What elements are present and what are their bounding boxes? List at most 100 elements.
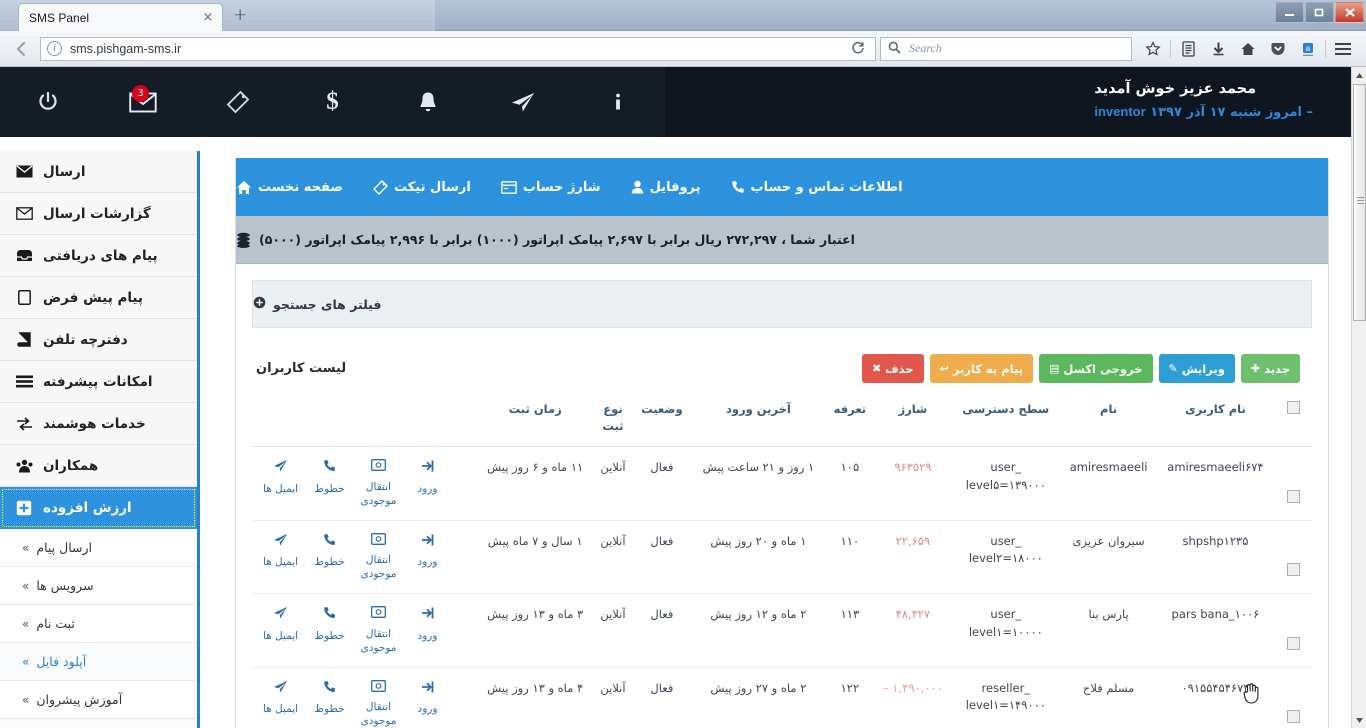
column-reg-time[interactable]: زمان ثبت — [476, 389, 594, 448]
star-icon[interactable] — [1138, 35, 1168, 63]
action-money[interactable]: انتقال موجودی — [355, 459, 402, 508]
delete-button[interactable]: ✖ حذف — [862, 354, 924, 383]
bell-icon[interactable] — [380, 67, 475, 137]
action-money[interactable]: انتقال موجودی — [355, 532, 402, 582]
tag-icon[interactable] — [190, 67, 285, 137]
search-filters-toggle[interactable]: فیلتر های جستجو — [252, 280, 1312, 328]
info-icon[interactable] — [570, 67, 665, 137]
sidebar-label: ارزش افزوده — [43, 500, 132, 516]
column-last-login[interactable]: آخرین ورود — [691, 389, 826, 448]
excel-export-button[interactable]: ▤ خروجی اکسل — [1038, 354, 1153, 383]
action-money[interactable]: انتقال موجودی — [355, 606, 402, 655]
sidebar-item-colleagues[interactable]: همکاران — [0, 445, 197, 487]
action-sign-in[interactable]: ورود — [404, 606, 451, 655]
row-checkbox[interactable] — [1286, 636, 1300, 650]
column-access-level[interactable]: سطح دسترسی — [951, 389, 1061, 448]
reg-type-value: آنلاین — [600, 533, 626, 548]
action-sign-in[interactable]: ورود — [404, 680, 451, 728]
row-checkbox[interactable] — [1286, 710, 1300, 724]
minimize-button[interactable] — [1275, 2, 1304, 23]
chevron-icon: » — [22, 540, 30, 555]
reload-icon[interactable] — [851, 40, 865, 58]
sidebar-item-value-added[interactable]: ارزش افزوده — [0, 487, 197, 529]
column-username[interactable]: نام کاربری — [1156, 389, 1274, 448]
scroll-down-arrow-icon[interactable] — [1352, 712, 1366, 728]
sidebar-item-default-message[interactable]: پیام پیش فرض — [0, 277, 197, 319]
sidebar-item-send[interactable]: ارسال — [0, 151, 197, 193]
sign-in-icon — [421, 533, 435, 551]
sidebar-sublabel: ثبت نام — [36, 616, 75, 631]
sidebar-item-advanced[interactable]: امکانات پیشرفته — [0, 361, 197, 403]
sidebar-subitem-upload-file[interactable]: » آپلود فایل — [0, 643, 197, 681]
download-icon[interactable] — [1203, 35, 1233, 63]
sidebar-item-send-reports[interactable]: گزارشات ارسال — [0, 193, 197, 235]
nav-item-profile[interactable]: پروفایل — [631, 180, 701, 195]
home-icon[interactable] — [1233, 35, 1263, 63]
nav-item-contact-account[interactable]: اطلاعات تماس و حساب — [731, 180, 903, 195]
close-window-button[interactable] — [1335, 2, 1364, 23]
scrollbar-thumb[interactable] — [1353, 84, 1366, 321]
column-name[interactable]: نام — [1060, 389, 1157, 448]
column-charge[interactable]: شارژ — [874, 389, 952, 448]
scroll-up-arrow-icon[interactable] — [1352, 67, 1366, 83]
message-to-user-button[interactable]: ↩ پیام به کاربر — [929, 354, 1033, 383]
dollar-icon[interactable]: $ — [285, 67, 380, 137]
sidebar-item-phonebook[interactable]: دفترچه تلفن — [0, 319, 197, 361]
action-phone[interactable]: خطوط — [306, 459, 353, 508]
search-bar[interactable]: Search — [880, 36, 1132, 61]
column-status[interactable]: وضعیت — [632, 389, 692, 448]
row-checkbox[interactable] — [1286, 489, 1300, 503]
table-row[interactable]: pars bana_۱۰۰۶ پارس بنا user_ level۱=۱۰۰۰۰ ۴… — [252, 593, 1312, 668]
back-arrow-icon[interactable] — [8, 35, 36, 63]
row-checkbox[interactable] — [1286, 563, 1300, 577]
column-reg-type[interactable]: نوع ثبت — [593, 389, 633, 448]
action-send[interactable]: ایمیل ها — [257, 606, 304, 655]
table-body: amiresmaeeli۶۷۴ amiresmaeeli user_ level۵=۱… — [252, 446, 1312, 728]
sidebar-subitem-training[interactable]: » آموزش پیشروان — [0, 681, 197, 719]
row-actions: ایمیل ها خطوط انتقال موجودی ورود — [257, 532, 472, 582]
power-icon[interactable] — [0, 67, 95, 137]
new-tab-button[interactable]: + — [233, 7, 247, 24]
action-phone[interactable]: خطوط — [306, 680, 353, 728]
send-icon[interactable] — [475, 67, 570, 137]
table-row[interactable]: shpshp۱۲۳۵ سیروان عزیزی user_ level۲=۱۸۰۰۰ ۲… — [252, 520, 1312, 595]
list-icon — [14, 375, 34, 388]
select-all-checkbox[interactable] — [1286, 401, 1300, 414]
table-row[interactable]: amiresmaeeli۶۷۴ amiresmaeeli user_ level۵=۱… — [252, 446, 1312, 521]
action-money[interactable]: انتقال موجودی — [355, 679, 402, 728]
action-send[interactable]: ایمیل ها — [257, 533, 304, 582]
page-scrollbar[interactable] — [1351, 67, 1366, 728]
browser-tab[interactable]: SMS Panel × — [18, 3, 223, 31]
maximize-restore-button[interactable] — [1305, 2, 1334, 23]
hamburger-menu-icon[interactable] — [1328, 35, 1358, 63]
edit-button[interactable]: ✎ ویرایش — [1158, 354, 1235, 383]
action-sign-in[interactable]: ورود — [404, 459, 451, 508]
close-icon[interactable]: × — [200, 11, 216, 24]
search-input[interactable]: Search — [909, 41, 942, 56]
sidebar-item-received-messages[interactable]: پیام های دریافتی — [0, 235, 197, 277]
column-tariff[interactable]: تعرفه — [825, 389, 875, 448]
nav-item-charge-account[interactable]: شارژ حساب — [500, 180, 601, 195]
action-phone[interactable]: خطوط — [306, 533, 353, 582]
url-bar[interactable]: i sms.pishgam-sms.ir — [40, 36, 876, 61]
list-header: ✖ حذف ↩ پیام به کاربر ▤ خروجی اکسل ✎ ویر… — [252, 354, 1312, 383]
nav-item-home[interactable]: صفحه نخست — [236, 180, 343, 195]
sidebar-subitem-send-message[interactable]: » ارسال پیام — [0, 529, 197, 567]
new-button[interactable]: ✚ جدید — [1240, 354, 1300, 383]
cell-access-level: user_ level۵=۱۳۹۰۰۰ — [951, 446, 1061, 521]
account-icon[interactable]: a — [1293, 35, 1323, 63]
tariff-value: ۱۱۰ — [840, 533, 860, 548]
action-send[interactable]: ایمیل ها — [257, 680, 304, 728]
library-icon[interactable] — [1173, 35, 1203, 63]
sidebar-subitem-services[interactable]: » سرویس ها — [0, 567, 197, 605]
nav-item-send-ticket[interactable]: ارسال تیکت — [372, 180, 471, 195]
sidebar-item-smart-services[interactable]: خدمات هوشمند — [0, 403, 197, 445]
envelope-icon[interactable]: 3 — [95, 67, 190, 137]
pocket-icon[interactable] — [1263, 35, 1293, 63]
site-info-icon[interactable]: i — [47, 41, 62, 56]
action-phone[interactable]: خطوط — [306, 606, 353, 655]
action-sign-in[interactable]: ورود — [404, 533, 451, 582]
table-row[interactable]: ۰۹۱۵۵۴۵۴۶۷۴ مسلم فلاح reseller_ level۱=۱۴۹۰… — [252, 667, 1312, 728]
action-send[interactable]: ایمیل ها — [257, 459, 304, 508]
sidebar-subitem-register[interactable]: » ثبت نام — [0, 605, 197, 643]
